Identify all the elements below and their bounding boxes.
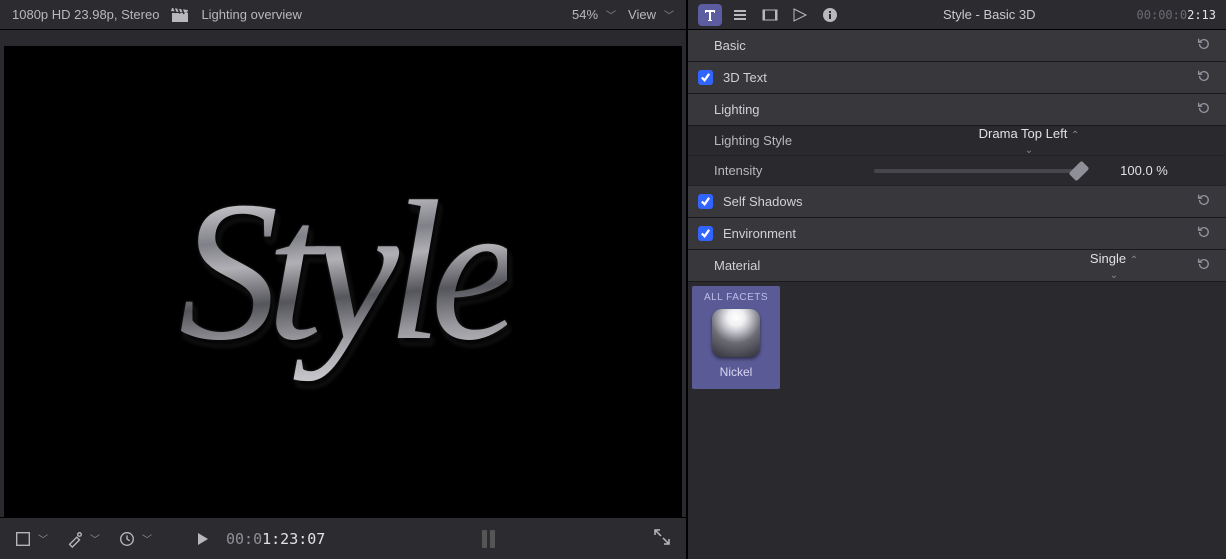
section-lighting[interactable]: Lighting (688, 94, 1226, 126)
facet-all[interactable]: ALL FACETS Nickel (692, 286, 780, 389)
audio-meters (482, 530, 495, 548)
param-lighting-style: Lighting Style Drama Top Left ⌃⌄ (688, 126, 1226, 156)
inspector-header: Style - Basic 3D 00:00:02:13 (688, 0, 1226, 30)
fullscreen-button[interactable] (652, 527, 672, 551)
checkbox-self-shadows[interactable] (698, 194, 713, 209)
tab-generator[interactable] (788, 4, 812, 26)
reset-lighting[interactable] (1194, 101, 1212, 118)
clapper-icon (171, 7, 189, 23)
checkbox-environment[interactable] (698, 226, 713, 241)
chevron-down-icon: ﹀ (606, 7, 616, 22)
format-label: 1080p HD 23.98p, Stereo (12, 7, 159, 22)
play-button[interactable] (198, 533, 208, 545)
facet-header: ALL FACETS (692, 292, 780, 303)
reset-basic[interactable] (1194, 37, 1212, 54)
section-3d-text[interactable]: 3D Text (688, 62, 1226, 94)
zoom-value: 54% (572, 7, 598, 22)
clip-name: Lighting overview (201, 7, 301, 22)
crop-tool-menu[interactable]: ﹀ (14, 530, 48, 548)
view-menu[interactable]: View ﹀ (628, 7, 674, 22)
tab-text[interactable] (698, 4, 722, 26)
inspector-title: Style - Basic 3D (848, 7, 1131, 22)
material-name: Nickel (692, 365, 780, 379)
reset-self-shadows[interactable] (1194, 193, 1212, 210)
color-tool-menu[interactable]: ﹀ (66, 530, 100, 548)
lighting-style-popup[interactable]: Drama Top Left ⌃⌄ (979, 126, 1080, 156)
viewer-canvas[interactable]: Style (4, 46, 682, 517)
intensity-slider[interactable] (874, 169, 1086, 173)
material-swatch[interactable] (712, 309, 760, 357)
viewer-header: 1080p HD 23.98p, Stereo Lighting overvie… (0, 0, 686, 30)
viewer-pane: 1080p HD 23.98p, Stereo Lighting overvie… (0, 0, 688, 559)
tab-video[interactable] (758, 4, 782, 26)
viewer-toolbar: ﹀ ﹀ ﹀ 00:01:23:07 (0, 517, 686, 559)
material-well: ALL FACETS Nickel (688, 282, 1226, 389)
zoom-menu[interactable]: 54% ﹀ (572, 7, 616, 22)
section-basic[interactable]: Basic (688, 30, 1226, 62)
intensity-value[interactable]: 100.0 % (1104, 163, 1184, 178)
playhead-timecode[interactable]: 00:01:23:07 (226, 530, 325, 548)
slider-thumb[interactable] (1069, 160, 1090, 181)
section-environment[interactable]: Environment (688, 218, 1226, 250)
checkbox-3d-text[interactable] (698, 70, 713, 85)
inspector-body: Basic 3D Text Lighting Lighting Style Dr… (688, 30, 1226, 559)
section-material[interactable]: Material Single ⌃⌄ (688, 250, 1226, 282)
reset-environment[interactable] (1194, 225, 1212, 242)
retime-tool-menu[interactable]: ﹀ (118, 530, 152, 548)
tab-info[interactable] (818, 4, 842, 26)
param-intensity: Intensity 100.0 % (688, 156, 1226, 186)
preview-3d-text: Style (179, 157, 508, 386)
chevron-down-icon: ﹀ (664, 7, 674, 22)
material-mode-popup[interactable]: Single ⌃⌄ (1090, 251, 1138, 281)
reset-material[interactable] (1194, 257, 1212, 274)
tab-paragraph[interactable] (728, 4, 752, 26)
section-self-shadows[interactable]: Self Shadows (688, 186, 1226, 218)
reset-3d-text[interactable] (1194, 69, 1212, 86)
inspector-timecode: 00:00:02:13 (1137, 8, 1216, 22)
inspector-pane: Style - Basic 3D 00:00:02:13 Basic 3D Te… (688, 0, 1226, 559)
